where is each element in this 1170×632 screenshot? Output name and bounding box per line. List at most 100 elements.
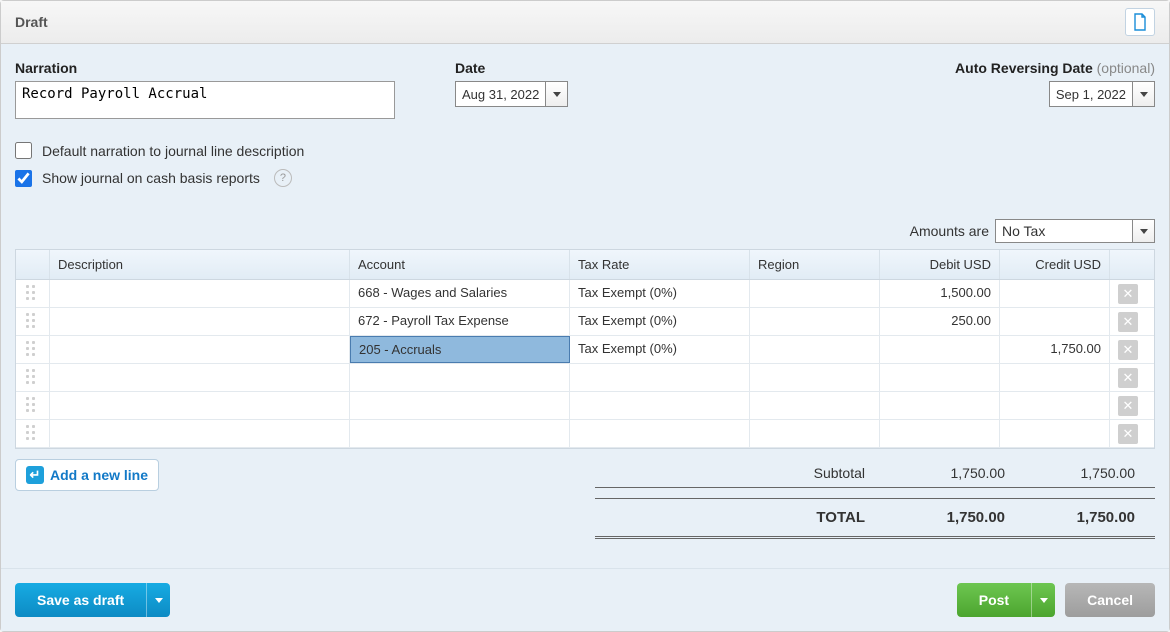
cell-credit[interactable] (1000, 392, 1110, 419)
cell-account[interactable] (350, 392, 570, 419)
cell-region[interactable] (750, 392, 880, 419)
totals-block: Subtotal 1,750.00 1,750.00 TOTAL 1,750.0… (595, 459, 1155, 539)
drag-handle[interactable] (16, 308, 50, 335)
cell-credit[interactable] (1000, 280, 1110, 307)
delete-row-button[interactable]: ✕ (1118, 368, 1138, 388)
delete-row-button[interactable]: ✕ (1118, 340, 1138, 360)
table-row[interactable]: ✕ (16, 392, 1154, 420)
col-tax-rate: Tax Rate (570, 250, 750, 279)
table-row[interactable]: ✕ (16, 420, 1154, 448)
narration-field-group: Narration (15, 60, 395, 122)
chevron-down-icon (545, 82, 567, 106)
delete-row-button[interactable]: ✕ (1118, 312, 1138, 332)
help-icon[interactable]: ? (274, 169, 292, 187)
subtotal-credit: 1,750.00 (1005, 465, 1135, 481)
amounts-are-select[interactable]: No Tax (995, 219, 1155, 243)
delete-row-button[interactable]: ✕ (1118, 424, 1138, 444)
cell-description[interactable] (50, 420, 350, 447)
save-as-draft-dropdown[interactable] (146, 583, 170, 617)
table-header: Description Account Tax Rate Region Debi… (16, 250, 1154, 280)
table-row[interactable]: 672 - Payroll Tax ExpenseTax Exempt (0%)… (16, 308, 1154, 336)
delete-row-button[interactable]: ✕ (1118, 396, 1138, 416)
delete-row-cell: ✕ (1110, 280, 1146, 307)
cell-debit[interactable] (880, 420, 1000, 447)
show-cash-checkbox[interactable] (15, 170, 32, 187)
add-new-line-button[interactable]: ↵ Add a new line (15, 459, 159, 491)
table-row[interactable]: 668 - Wages and SalariesTax Exempt (0%) 1… (16, 280, 1154, 308)
table-row[interactable]: 205 - AccrualsTax Exempt (0%) 1,750.00 ✕ (16, 336, 1154, 364)
col-region: Region (750, 250, 880, 279)
auto-reversing-field-group: Auto Reversing Date (optional) Sep 1, 20… (955, 60, 1155, 122)
cell-credit[interactable] (1000, 308, 1110, 335)
auto-reversing-label-text: Auto Reversing Date (955, 60, 1093, 76)
subtotal-label: Subtotal (595, 465, 875, 481)
drag-handle[interactable] (16, 420, 50, 447)
date-field-group: Date Aug 31, 2022 (455, 60, 568, 122)
cell-account[interactable]: 668 - Wages and Salaries (350, 280, 570, 307)
cell-tax-rate[interactable] (570, 364, 750, 391)
save-as-draft-button[interactable]: Save as draft (15, 583, 146, 617)
cell-description[interactable] (50, 364, 350, 391)
auto-reversing-date-picker[interactable]: Sep 1, 2022 (1049, 81, 1155, 107)
cell-tax-rate[interactable]: Tax Exempt (0%) (570, 308, 750, 335)
journal-entry-page: Draft Narration Date Aug 31, 2022 (0, 0, 1170, 632)
cell-region[interactable] (750, 308, 880, 335)
drag-handle[interactable] (16, 336, 50, 363)
cell-tax-rate[interactable]: Tax Exempt (0%) (570, 280, 750, 307)
cell-tax-rate[interactable]: Tax Exempt (0%) (570, 336, 750, 363)
cell-region[interactable] (750, 336, 880, 363)
cell-credit[interactable]: 1,750.00 (1000, 336, 1110, 363)
cell-account[interactable]: 672 - Payroll Tax Expense (350, 308, 570, 335)
cell-credit[interactable] (1000, 420, 1110, 447)
cell-account[interactable] (350, 364, 570, 391)
post-group: Post (957, 583, 1055, 617)
drag-handle[interactable] (16, 392, 50, 419)
cell-account[interactable] (350, 420, 570, 447)
date-label: Date (455, 60, 568, 76)
header-bar: Draft (1, 1, 1169, 44)
auto-reversing-optional: (optional) (1097, 60, 1155, 76)
total-credit: 1,750.00 (1005, 509, 1135, 526)
chevron-down-icon (1132, 220, 1154, 242)
cell-debit[interactable] (880, 364, 1000, 391)
default-narration-label: Default narration to journal line descri… (42, 143, 304, 159)
table-row[interactable]: ✕ (16, 364, 1154, 392)
cell-tax-rate[interactable] (570, 392, 750, 419)
subtotal-debit: 1,750.00 (875, 465, 1005, 481)
cell-debit[interactable] (880, 392, 1000, 419)
delete-row-button[interactable]: ✕ (1118, 284, 1138, 304)
cell-credit[interactable] (1000, 364, 1110, 391)
cancel-button[interactable]: Cancel (1065, 583, 1155, 617)
auto-reversing-label: Auto Reversing Date (optional) (955, 60, 1155, 76)
narration-input[interactable] (15, 81, 395, 119)
cell-description[interactable] (50, 392, 350, 419)
save-draft-group: Save as draft (15, 583, 170, 617)
cell-description[interactable] (50, 308, 350, 335)
below-table-row: ↵ Add a new line Subtotal 1,750.00 1,750… (15, 459, 1155, 539)
cell-description[interactable] (50, 280, 350, 307)
cell-account[interactable]: 205 - Accruals (350, 336, 570, 363)
cell-debit[interactable] (880, 336, 1000, 363)
cell-region[interactable] (750, 420, 880, 447)
default-narration-checkbox[interactable] (15, 142, 32, 159)
attach-file-button[interactable] (1125, 8, 1155, 36)
cell-tax-rate[interactable] (570, 420, 750, 447)
post-dropdown[interactable] (1031, 583, 1055, 617)
drag-handle[interactable] (16, 364, 50, 391)
amounts-are-row: Amounts are No Tax (15, 219, 1155, 243)
cell-debit[interactable]: 250.00 (880, 308, 1000, 335)
cell-region[interactable] (750, 364, 880, 391)
cell-description[interactable] (50, 336, 350, 363)
status-label: Draft (15, 14, 48, 30)
drag-handle[interactable] (16, 280, 50, 307)
col-description: Description (50, 250, 350, 279)
delete-row-cell: ✕ (1110, 420, 1146, 447)
date-picker[interactable]: Aug 31, 2022 (455, 81, 568, 107)
delete-row-cell: ✕ (1110, 392, 1146, 419)
date-value: Aug 31, 2022 (456, 87, 545, 102)
post-button[interactable]: Post (957, 583, 1031, 617)
cell-debit[interactable]: 1,500.00 (880, 280, 1000, 307)
col-account: Account (350, 250, 570, 279)
cell-region[interactable] (750, 280, 880, 307)
amounts-are-label: Amounts are (910, 223, 989, 239)
